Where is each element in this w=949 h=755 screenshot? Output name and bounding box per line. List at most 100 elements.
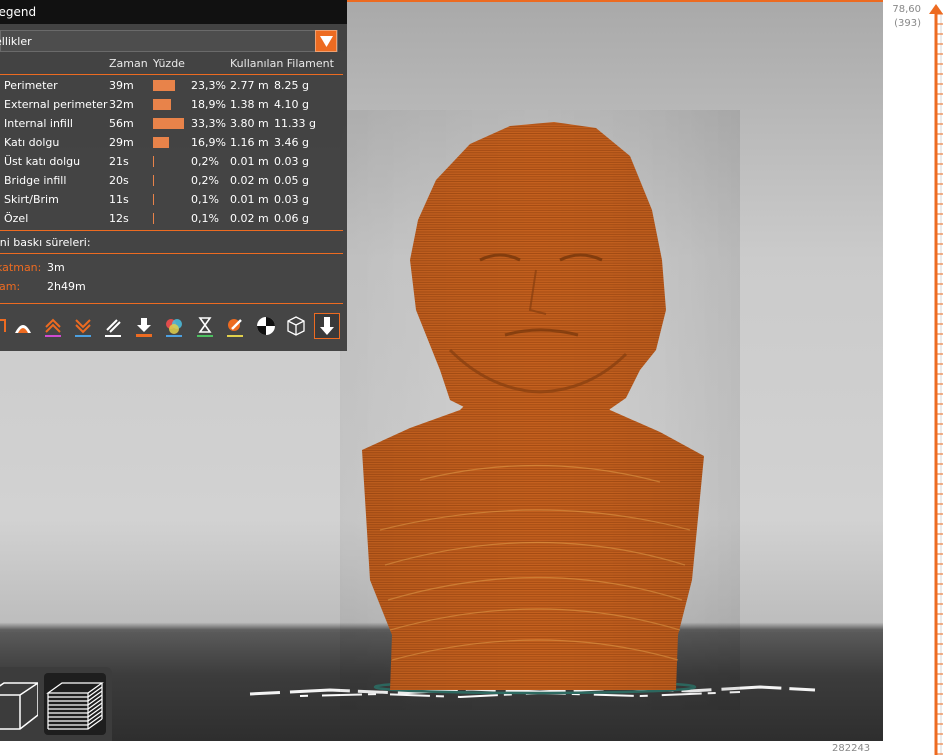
layer-slider[interactable]: 78,60 (393) bbox=[883, 0, 949, 755]
feature-name: Skirt/Brim bbox=[4, 193, 59, 206]
legend-title: Legend bbox=[0, 0, 347, 24]
feature-percent: 33,3% bbox=[191, 117, 226, 130]
chevron-down-icon bbox=[320, 36, 333, 47]
feature-percent: 0,1% bbox=[191, 193, 219, 206]
3d-view-button[interactable] bbox=[0, 673, 39, 735]
feature-length: 0.01 m bbox=[230, 193, 269, 206]
percent-bar bbox=[153, 213, 154, 224]
feature-time: 12s bbox=[109, 212, 129, 225]
slider-top-height: 78,60 bbox=[892, 4, 921, 15]
feature-weight: 0.03 g bbox=[274, 155, 309, 168]
feature-percent: 0,2% bbox=[191, 174, 219, 187]
options-toolbar bbox=[0, 313, 347, 341]
center-of-gravity-icon[interactable] bbox=[253, 313, 279, 339]
view-type-value: ellikler bbox=[0, 35, 32, 48]
bottom-counter: 282243 bbox=[832, 743, 871, 754]
shells-icon[interactable] bbox=[283, 313, 309, 339]
pause-prints-icon[interactable] bbox=[192, 313, 218, 339]
legend-row[interactable]: Bridge infill 20s 0,2% 0.02 m 0.05 g bbox=[0, 174, 347, 193]
legend-row[interactable]: Özel 12s 0,1% 0.02 m 0.06 g bbox=[0, 212, 347, 231]
feature-length: 0.02 m bbox=[230, 174, 269, 187]
feature-percent: 18,9% bbox=[191, 98, 226, 111]
legend-row[interactable]: Internal infill 56m 33,3% 3.80 m 11.33 g bbox=[0, 117, 347, 136]
feature-weight: 0.05 g bbox=[274, 174, 309, 187]
feature-time: 29m bbox=[109, 136, 134, 149]
tool-marker-icon[interactable] bbox=[314, 313, 340, 339]
slider-upper-thumb[interactable] bbox=[929, 4, 943, 18]
estimate-total: lam: 2h49m bbox=[0, 280, 347, 296]
feature-weight: 8.25 g bbox=[274, 79, 309, 92]
percent-bar bbox=[153, 175, 154, 186]
color-changes-icon[interactable] bbox=[161, 313, 187, 339]
slider-top-layer: (393) bbox=[894, 18, 921, 29]
percent-bar bbox=[153, 80, 175, 91]
feature-name: External perimeter bbox=[4, 98, 108, 111]
legend-row[interactable]: Skirt/Brim 11s 0,1% 0.01 m 0.03 g bbox=[0, 193, 347, 212]
percent-bar bbox=[153, 156, 154, 167]
legend-row[interactable]: External perimeter 32m 18,9% 1.38 m 4.10 g bbox=[0, 98, 347, 117]
tool-changes-icon[interactable] bbox=[131, 313, 157, 339]
3d-view-icon bbox=[0, 682, 39, 730]
feature-name: Perimeter bbox=[4, 79, 58, 92]
estimate-layer-value: 3m bbox=[47, 261, 65, 274]
feature-time: 21s bbox=[109, 155, 129, 168]
estimate-divider bbox=[0, 253, 343, 254]
estimate-total-label: lam: bbox=[0, 280, 21, 293]
estimate-layer: katman: 3m bbox=[0, 261, 347, 277]
feature-time: 11s bbox=[109, 193, 129, 206]
feature-time: 32m bbox=[109, 98, 134, 111]
legend-row[interactable]: Üst katı dolgu 21s 0,2% 0.01 m 0.03 g bbox=[0, 155, 347, 174]
retractions-icon[interactable] bbox=[40, 313, 66, 339]
feature-percent: 23,3% bbox=[191, 79, 226, 92]
wipe-icon[interactable] bbox=[10, 313, 36, 339]
preview-layers-button[interactable] bbox=[44, 673, 106, 735]
column-percent-header: Yüzde bbox=[153, 57, 185, 70]
estimate-total-value: 2h49m bbox=[47, 280, 86, 293]
view-type-dropdown-button[interactable] bbox=[315, 30, 337, 52]
header-divider bbox=[0, 74, 343, 75]
feature-length: 1.16 m bbox=[230, 136, 269, 149]
slider-top-value: 78,60 (393) bbox=[892, 3, 921, 31]
feature-time: 56m bbox=[109, 117, 134, 130]
column-time-header: Zaman bbox=[109, 57, 148, 70]
percent-bar bbox=[153, 137, 169, 148]
feature-weight: 4.10 g bbox=[274, 98, 309, 111]
feature-percent: 0,2% bbox=[191, 155, 219, 168]
feature-weight: 3.46 g bbox=[274, 136, 309, 149]
estimate-layer-label: katman: bbox=[0, 261, 42, 274]
feature-name: Özel bbox=[4, 212, 29, 225]
view-switcher bbox=[0, 667, 112, 741]
toolbar-divider bbox=[0, 303, 343, 304]
feature-weight: 11.33 g bbox=[274, 117, 316, 130]
legend-row[interactable]: Katı dolgu 29m 16,9% 1.16 m 3.46 g bbox=[0, 136, 347, 155]
legend-row[interactable]: Perimeter 39m 23,3% 2.77 m 8.25 g bbox=[0, 79, 347, 98]
seams-icon[interactable] bbox=[100, 313, 126, 339]
feature-length: 0.01 m bbox=[230, 155, 269, 168]
feature-name: Bridge infill bbox=[4, 174, 67, 187]
feature-weight: 0.06 g bbox=[274, 212, 309, 225]
feature-time: 39m bbox=[109, 79, 134, 92]
column-filament-header: Kullanılan Filament bbox=[230, 57, 334, 70]
feature-length: 0.02 m bbox=[230, 212, 269, 225]
feature-percent: 16,9% bbox=[191, 136, 226, 149]
feature-weight: 0.03 g bbox=[274, 193, 309, 206]
feature-percent: 0,1% bbox=[191, 212, 219, 225]
estimated-times-title: mini baskı süreleri: bbox=[0, 236, 91, 249]
feature-time: 20s bbox=[109, 174, 129, 187]
feature-length: 3.80 m bbox=[230, 117, 269, 130]
percent-bar bbox=[153, 99, 171, 110]
custom-gcodes-icon[interactable] bbox=[222, 313, 248, 339]
rows-divider bbox=[0, 230, 343, 231]
legend-panel: Legend ellikler Zaman Yüzde Kullanılan F… bbox=[0, 0, 347, 351]
slider-track bbox=[934, 8, 943, 755]
feature-length: 2.77 m bbox=[230, 79, 269, 92]
feature-name: Üst katı dolgu bbox=[4, 155, 81, 168]
deretractions-icon[interactable] bbox=[70, 313, 96, 339]
feature-name: Internal infill bbox=[4, 117, 73, 130]
feature-length: 1.38 m bbox=[230, 98, 269, 111]
view-type-select[interactable]: ellikler bbox=[0, 30, 338, 52]
percent-bar bbox=[153, 194, 154, 205]
feature-name: Katı dolgu bbox=[4, 136, 60, 149]
sliced-model[interactable] bbox=[340, 110, 740, 710]
percent-bar bbox=[153, 118, 184, 129]
